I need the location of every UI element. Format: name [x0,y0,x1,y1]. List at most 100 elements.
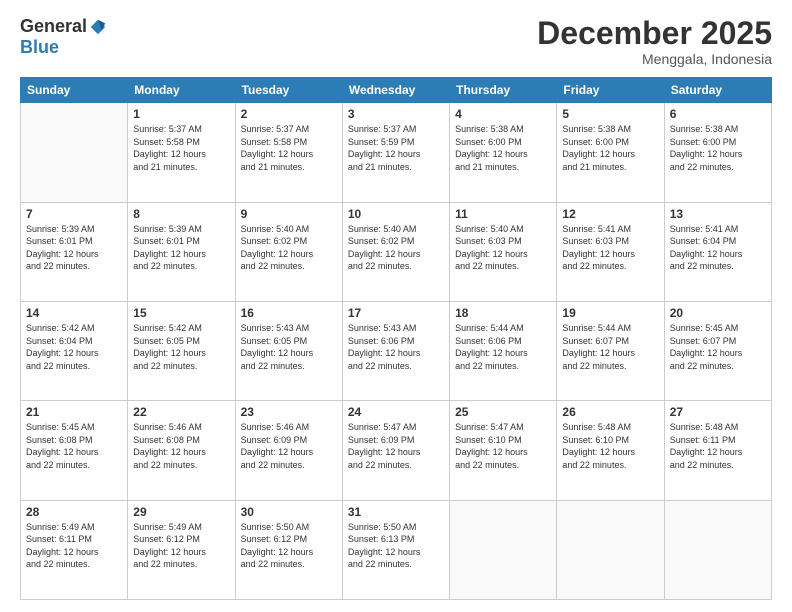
logo-blue: Blue [20,37,59,58]
day-info: Sunrise: 5:49 AM Sunset: 6:12 PM Dayligh… [133,521,229,571]
day-info: Sunrise: 5:38 AM Sunset: 6:00 PM Dayligh… [670,123,766,173]
month-title: December 2025 [537,16,772,51]
day-number: 7 [26,207,122,221]
page: General Blue December 2025 Menggala, Ind… [0,0,792,612]
calendar-cell: 13 Sunrise: 5:41 AM Sunset: 6:04 PM Dayli… [664,202,771,301]
logo-general: General [20,16,87,37]
calendar-cell: 30 Sunrise: 5:50 AM Sunset: 6:12 PM Dayli… [235,500,342,599]
day-info: Sunrise: 5:50 AM Sunset: 6:13 PM Dayligh… [348,521,444,571]
calendar-cell: 21Sunrise: 5:45 AM Sunset: 6:08 PM Dayli… [21,401,128,500]
day-number: 8 [133,207,229,221]
day-number: 30 [241,505,337,519]
calendar-cell: 19 Sunrise: 5:44 AM Sunset: 6:07 PM Dayli… [557,301,664,400]
header-tuesday: Tuesday [235,78,342,103]
day-number: 5 [562,107,658,121]
day-number: 12 [562,207,658,221]
day-info: Sunrise: 5:45 AM Sunset: 6:07 PM Dayligh… [670,322,766,372]
calendar-cell: 26 Sunrise: 5:48 AM Sunset: 6:10 PM Dayli… [557,401,664,500]
day-number: 18 [455,306,551,320]
day-number: 15 [133,306,229,320]
day-number: 29 [133,505,229,519]
day-info: Sunrise: 5:41 AM Sunset: 6:03 PM Dayligh… [562,223,658,273]
calendar-cell: 28 Sunrise: 5:49 AM Sunset: 6:11 PM Dayli… [21,500,128,599]
day-info: Sunrise: 5:39 AM Sunset: 6:01 PM Dayligh… [133,223,229,273]
day-info: Sunrise: 5:37 AM Sunset: 5:58 PM Dayligh… [241,123,337,173]
header: General Blue December 2025 Menggala, Ind… [20,16,772,67]
calendar-cell: 18Sunrise: 5:44 AM Sunset: 6:06 PM Dayli… [450,301,557,400]
header-thursday: Thursday [450,78,557,103]
day-number: 26 [562,405,658,419]
day-number: 9 [241,207,337,221]
logo-text: General [20,16,107,37]
day-number: 24 [348,405,444,419]
day-number: 4 [455,107,551,121]
day-info: Sunrise: 5:37 AM Sunset: 5:59 PM Dayligh… [348,123,444,173]
calendar-cell: 7Sunrise: 5:39 AM Sunset: 6:01 PM Daylig… [21,202,128,301]
day-number: 21 [26,405,122,419]
calendar-cell: 1Sunrise: 5:37 AM Sunset: 5:58 PM Daylig… [128,103,235,202]
day-number: 23 [241,405,337,419]
calendar-cell: 5 Sunrise: 5:38 AM Sunset: 6:00 PM Daylig… [557,103,664,202]
calendar-cell [557,500,664,599]
day-number: 17 [348,306,444,320]
day-number: 31 [348,505,444,519]
calendar-cell: 10Sunrise: 5:40 AM Sunset: 6:02 PM Dayli… [342,202,449,301]
day-info: Sunrise: 5:50 AM Sunset: 6:12 PM Dayligh… [241,521,337,571]
day-number: 14 [26,306,122,320]
calendar-week-2: 7 Sunrise: 5:39 AM Sunset: 6:01 PM Daylig… [21,202,772,301]
calendar-cell: 9Sunrise: 5:40 AM Sunset: 6:02 PM Daylig… [235,202,342,301]
location: Menggala, Indonesia [537,51,772,67]
title-block: December 2025 Menggala, Indonesia [537,16,772,67]
day-number: 28 [26,505,122,519]
calendar-cell: 6Sunrise: 5:38 AM Sunset: 6:00 PM Daylig… [664,103,771,202]
day-info: Sunrise: 5:38 AM Sunset: 6:00 PM Dayligh… [562,123,658,173]
day-info: Sunrise: 5:43 AM Sunset: 6:05 PM Dayligh… [241,322,337,372]
calendar-table: Sunday Monday Tuesday Wednesday Thursday… [20,77,772,600]
calendar-cell: 24Sunrise: 5:47 AM Sunset: 6:09 PM Dayli… [342,401,449,500]
day-number: 19 [562,306,658,320]
day-number: 25 [455,405,551,419]
calendar-cell: 12 Sunrise: 5:41 AM Sunset: 6:03 PM Dayli… [557,202,664,301]
calendar-cell: 15 Sunrise: 5:42 AM Sunset: 6:05 PM Dayli… [128,301,235,400]
calendar-cell: 29 Sunrise: 5:49 AM Sunset: 6:12 PM Dayli… [128,500,235,599]
calendar-week-3: 14Sunrise: 5:42 AM Sunset: 6:04 PM Dayli… [21,301,772,400]
header-friday: Friday [557,78,664,103]
logo-icon [89,18,107,36]
calendar-cell: 17 Sunrise: 5:43 AM Sunset: 6:06 PM Dayli… [342,301,449,400]
calendar-week-4: 21Sunrise: 5:45 AM Sunset: 6:08 PM Dayli… [21,401,772,500]
day-info: Sunrise: 5:46 AM Sunset: 6:08 PM Dayligh… [133,421,229,471]
day-info: Sunrise: 5:46 AM Sunset: 6:09 PM Dayligh… [241,421,337,471]
day-info: Sunrise: 5:42 AM Sunset: 6:05 PM Dayligh… [133,322,229,372]
weekday-header-row: Sunday Monday Tuesday Wednesday Thursday… [21,78,772,103]
day-info: Sunrise: 5:44 AM Sunset: 6:07 PM Dayligh… [562,322,658,372]
logo: General Blue [20,16,107,58]
day-number: 22 [133,405,229,419]
header-saturday: Saturday [664,78,771,103]
day-number: 13 [670,207,766,221]
calendar-cell [450,500,557,599]
day-info: Sunrise: 5:48 AM Sunset: 6:10 PM Dayligh… [562,421,658,471]
day-info: Sunrise: 5:37 AM Sunset: 5:58 PM Dayligh… [133,123,229,173]
calendar-cell: 11Sunrise: 5:40 AM Sunset: 6:03 PM Dayli… [450,202,557,301]
day-number: 2 [241,107,337,121]
day-number: 11 [455,207,551,221]
day-number: 27 [670,405,766,419]
day-info: Sunrise: 5:43 AM Sunset: 6:06 PM Dayligh… [348,322,444,372]
day-info: Sunrise: 5:41 AM Sunset: 6:04 PM Dayligh… [670,223,766,273]
header-monday: Monday [128,78,235,103]
calendar-cell: 16Sunrise: 5:43 AM Sunset: 6:05 PM Dayli… [235,301,342,400]
calendar-cell: 25 Sunrise: 5:47 AM Sunset: 6:10 PM Dayli… [450,401,557,500]
header-wednesday: Wednesday [342,78,449,103]
header-sunday: Sunday [21,78,128,103]
day-info: Sunrise: 5:47 AM Sunset: 6:10 PM Dayligh… [455,421,551,471]
calendar-cell: 14Sunrise: 5:42 AM Sunset: 6:04 PM Dayli… [21,301,128,400]
day-info: Sunrise: 5:48 AM Sunset: 6:11 PM Dayligh… [670,421,766,471]
calendar-cell: 8 Sunrise: 5:39 AM Sunset: 6:01 PM Daylig… [128,202,235,301]
day-info: Sunrise: 5:49 AM Sunset: 6:11 PM Dayligh… [26,521,122,571]
day-number: 3 [348,107,444,121]
calendar-cell: 23 Sunrise: 5:46 AM Sunset: 6:09 PM Dayli… [235,401,342,500]
day-number: 20 [670,306,766,320]
calendar-week-1: 1Sunrise: 5:37 AM Sunset: 5:58 PM Daylig… [21,103,772,202]
calendar-cell [664,500,771,599]
calendar-cell: 3 Sunrise: 5:37 AM Sunset: 5:59 PM Daylig… [342,103,449,202]
